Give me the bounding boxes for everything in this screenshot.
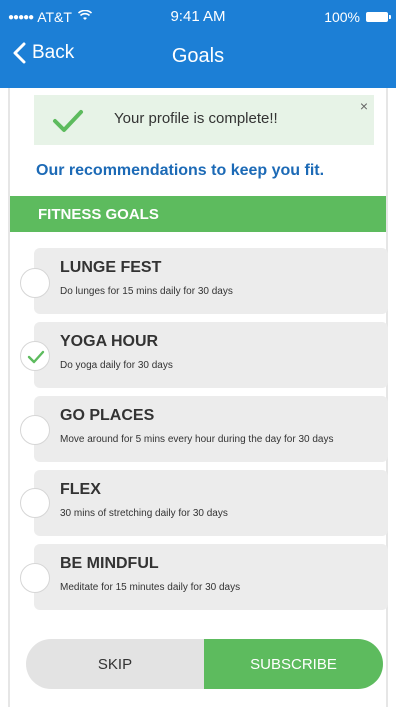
goal-description: Meditate for 15 minutes daily for 30 day… (60, 582, 241, 593)
left-edge (8, 88, 10, 707)
goal-name: FLEX (60, 481, 101, 498)
goal-description: 30 mins of stretching daily for 30 days (60, 508, 228, 519)
goal-radio-flex[interactable] (20, 488, 50, 518)
battery-icon (366, 12, 391, 22)
skip-button[interactable]: SKIP (26, 639, 204, 689)
goal-name: LUNGE FEST (60, 259, 162, 276)
alert-message: Your profile is complete!! (114, 110, 278, 127)
section-header: FITNESS GOALS (10, 196, 386, 232)
goal-description: Do yoga daily for 30 days (60, 360, 173, 371)
goal-description: Do lunges for 15 mins daily for 30 days (60, 286, 233, 297)
battery-percent: 100% (324, 9, 360, 25)
goal-card-go-places[interactable]: GO PLACES Move around for 5 mins every h… (34, 396, 388, 462)
recommendation-heading: Our recommendations to keep you fit. (36, 162, 325, 179)
goal-description: Move around for 5 mins every hour during… (60, 434, 334, 445)
check-icon (53, 110, 83, 132)
goal-name: GO PLACES (60, 407, 155, 424)
back-label: Back (32, 42, 75, 63)
success-alert: Your profile is complete!! × (34, 95, 374, 145)
status-bar: ●●●●● AT&T 9:41 AM 100% (0, 0, 396, 34)
goal-card-lunge-fest[interactable]: LUNGE FEST Do lunges for 15 mins daily f… (34, 248, 388, 314)
back-button[interactable]: Back (12, 42, 74, 64)
goal-radio-be-mindful[interactable] (20, 563, 50, 593)
check-icon (27, 350, 45, 364)
goal-name: BE MINDFUL (60, 555, 159, 572)
goal-card-yoga-hour[interactable]: YOGA HOUR Do yoga daily for 30 days (34, 322, 388, 388)
goal-radio-lunge-fest[interactable] (20, 268, 50, 298)
battery-group: 100% (324, 9, 391, 25)
action-bar: SKIP SUBSCRIBE (26, 639, 383, 689)
goal-radio-go-places[interactable] (20, 415, 50, 445)
goal-radio-yoga-hour[interactable] (20, 341, 50, 371)
section-title: FITNESS GOALS (38, 206, 159, 223)
goal-card-be-mindful[interactable]: BE MINDFUL Meditate for 15 minutes daily… (34, 544, 388, 610)
top-bar: ●●●●● AT&T 9:41 AM 100% Back Goals (0, 0, 396, 88)
close-icon[interactable]: × (360, 98, 368, 114)
goal-name: YOGA HOUR (60, 333, 159, 350)
nav-bar: Back Goals (0, 34, 396, 88)
chevron-left-icon (13, 42, 26, 64)
goal-card-flex[interactable]: FLEX 30 mins of stretching daily for 30 … (34, 470, 388, 536)
subscribe-button[interactable]: SUBSCRIBE (204, 639, 383, 689)
